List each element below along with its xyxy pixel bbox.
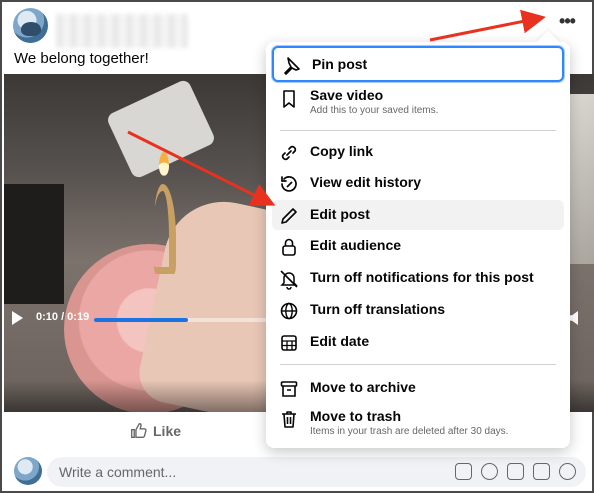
annotation-arrows [127, 9, 546, 206]
arrow-to-edit-post [127, 130, 276, 206]
arrow-to-more-button [429, 9, 546, 42]
